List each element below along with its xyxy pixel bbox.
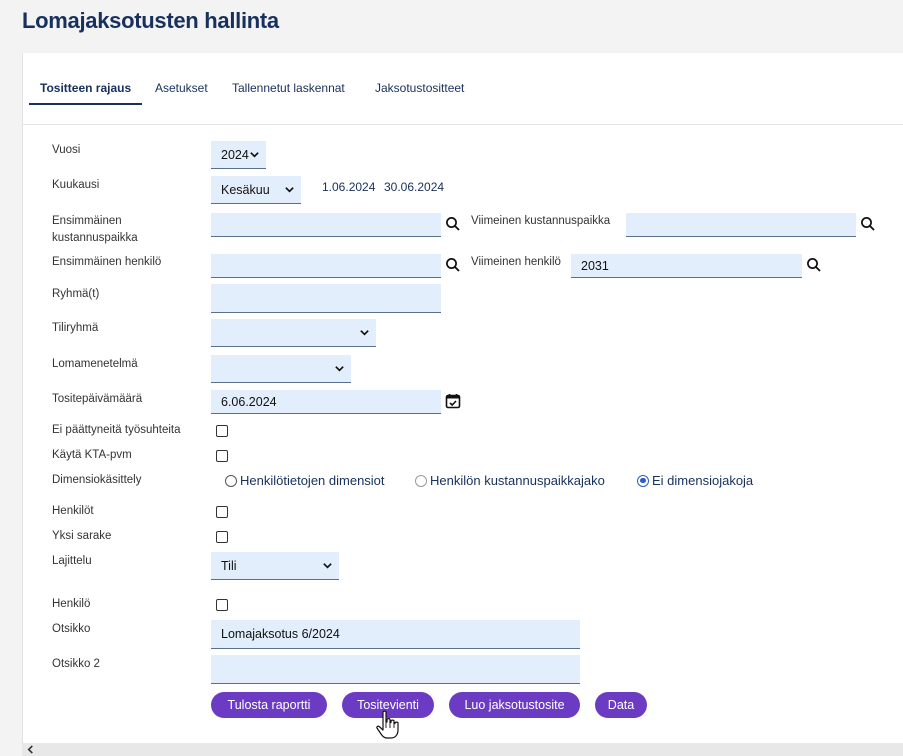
tab-bar: Tositteen rajaus Asetukset Tallennetut l… xyxy=(23,53,903,125)
period-end-date: 30.06.2024 xyxy=(384,180,445,194)
sorting-select[interactable]: Tili xyxy=(211,552,339,580)
holiday-method-select[interactable] xyxy=(211,355,351,383)
persons-label: Henkilöt xyxy=(52,505,94,517)
dimension-handling-label: Dimensiokäsittely xyxy=(52,474,142,486)
horizontal-scrollbar[interactable] xyxy=(22,743,903,756)
heading-input[interactable]: Lomajaksotus 6/2024 xyxy=(211,620,580,649)
radio-no-dimension-split-label: Ei dimensiojakoja xyxy=(652,473,754,488)
main-panel: Tositteen rajaus Asetukset Tallennetut l… xyxy=(22,53,903,743)
radio-no-dimension-split[interactable]: Ei dimensiojakoja xyxy=(637,473,753,488)
account-group-select[interactable] xyxy=(211,319,376,347)
period-start-date: 1.06.2024 xyxy=(322,180,376,194)
last-cost-center-input[interactable] xyxy=(626,213,856,237)
groups-input[interactable] xyxy=(211,284,441,313)
kuukausi-select[interactable]: Kesäkuu xyxy=(211,176,301,204)
radio-person-cost-center-split-label: Henkilön kustannuspaikkajako xyxy=(430,473,605,488)
chevron-down-icon xyxy=(335,366,344,372)
last-person-label: Viimeinen henkilö xyxy=(471,256,561,268)
heading2-label: Otsikko 2 xyxy=(52,658,100,670)
heading-label: Otsikko xyxy=(52,623,91,635)
voucher-date-input[interactable]: 6.06.2024 xyxy=(211,390,441,414)
persons-checkbox[interactable] xyxy=(216,506,228,518)
heading2-input[interactable] xyxy=(211,655,580,684)
first-person-label: Ensimmäinen henkilö xyxy=(52,256,162,268)
person-label: Henkilö xyxy=(52,598,91,610)
no-ended-employment-label: Ei päättyneitä työsuhteita xyxy=(52,424,181,436)
kuukausi-label: Kuukausi xyxy=(52,179,100,191)
first-person-input[interactable] xyxy=(211,254,441,278)
hand-pointer-cursor-icon xyxy=(376,710,399,739)
search-icon[interactable] xyxy=(445,216,461,232)
kuukausi-value: Kesäkuu xyxy=(221,182,270,197)
last-cost-center-label: Viimeinen kustannuspaikka xyxy=(471,215,611,227)
use-kta-date-checkbox[interactable] xyxy=(216,450,228,462)
vuosi-label: Vuosi xyxy=(52,144,81,156)
last-person-input[interactable]: 2031 xyxy=(571,254,802,278)
no-ended-employment-checkbox[interactable] xyxy=(216,425,228,437)
vuosi-select[interactable]: 2024 xyxy=(211,141,266,169)
one-column-checkbox[interactable] xyxy=(216,531,228,543)
radio-person-cost-center-split[interactable]: Henkilön kustannuspaikkajako xyxy=(415,473,605,488)
chevron-down-icon xyxy=(285,187,294,193)
search-icon[interactable] xyxy=(445,257,461,273)
tab-tositteen-rajaus[interactable]: Tositteen rajaus xyxy=(40,81,131,95)
first-cost-center-label: Ensimmäinen kustannuspaikka xyxy=(52,213,138,247)
radio-button-selected[interactable] xyxy=(637,474,649,487)
one-column-label: Yksi sarake xyxy=(52,530,112,542)
active-tab-indicator xyxy=(29,103,142,105)
voucher-date-label: Tositepäivämäärä xyxy=(52,393,143,405)
first-cost-center-label-line1: Ensimmäinen xyxy=(52,215,122,227)
groups-label: Ryhmä(t) xyxy=(52,288,100,300)
page-title: Lomajaksotusten hallinta xyxy=(22,8,279,33)
first-cost-center-input[interactable] xyxy=(211,213,441,237)
search-icon[interactable] xyxy=(860,216,876,232)
radio-button[interactable] xyxy=(225,474,237,487)
holiday-method-label: Lomamenetelmä xyxy=(52,358,138,370)
account-group-label: Tiliryhmä xyxy=(52,322,99,334)
person-checkbox[interactable] xyxy=(216,599,228,611)
radio-person-dimensions[interactable]: Henkilötietojen dimensiot xyxy=(225,473,385,488)
calendar-icon[interactable] xyxy=(445,393,461,409)
sorting-value: Tili xyxy=(221,558,237,573)
search-icon[interactable] xyxy=(806,257,822,273)
chevron-left-icon[interactable] xyxy=(26,745,35,754)
radio-person-dimensions-label: Henkilötietojen dimensiot xyxy=(240,473,385,488)
chevron-down-icon xyxy=(250,152,259,158)
create-accrual-voucher-button[interactable]: Luo jaksotustosite xyxy=(449,692,580,718)
sorting-label: Lajittelu xyxy=(52,555,92,567)
chevron-down-icon xyxy=(323,563,332,569)
radio-button[interactable] xyxy=(415,474,427,487)
print-report-button[interactable]: Tulosta raportti xyxy=(211,692,327,718)
use-kta-date-label: Käytä KTA-pvm xyxy=(52,449,132,461)
tab-tallennetut-laskennat[interactable]: Tallennetut laskennat xyxy=(232,81,345,95)
tab-asetukset[interactable]: Asetukset xyxy=(155,81,208,95)
data-button[interactable]: Data xyxy=(595,692,647,718)
chevron-down-icon xyxy=(360,330,369,336)
vuosi-value: 2024 xyxy=(221,147,249,162)
tab-jaksotustositteet[interactable]: Jaksotustositteet xyxy=(375,81,464,95)
first-cost-center-label-line2: kustannuspaikka xyxy=(52,232,138,244)
